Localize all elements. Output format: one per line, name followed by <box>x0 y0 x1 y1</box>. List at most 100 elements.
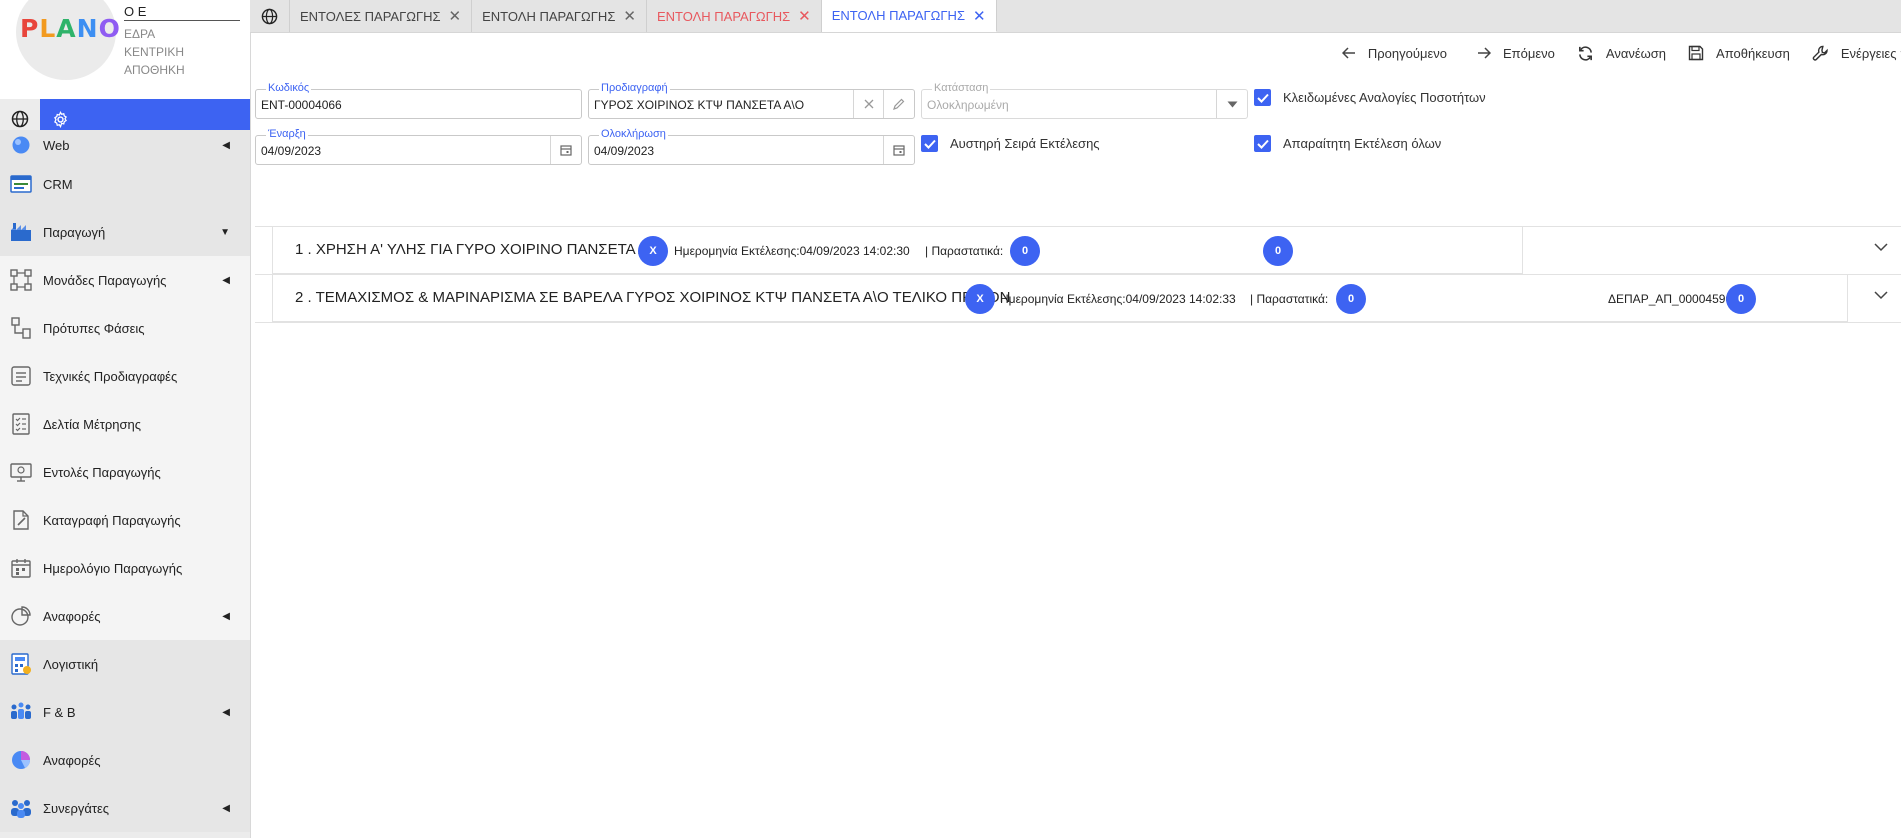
start-date-field[interactable]: Έναρξη 04/09/2023 <box>255 127 582 165</box>
globe-icon <box>261 8 278 24</box>
document-ref-badge[interactable]: 0 <box>1263 236 1293 266</box>
expand-left-arrow-icon: ◀ <box>222 274 230 286</box>
tab-production-order-active[interactable]: ΕΝΤΟΛΗ ΠΑΡΑΓΩΓΗΣ ✕ <box>821 0 997 32</box>
sidebar-item-label: Εντολές Παραγωγής <box>43 464 161 480</box>
sidebar-item-production[interactable]: Παραγωγή ▼ <box>0 208 250 256</box>
chevron-down-icon[interactable] <box>1871 285 1891 305</box>
spec-field[interactable]: Προδιαγραφή ΓΥΡΟΣ ΧΟΙΡΙΝΟΣ ΚΤΨ ΠΑΝΣΕΤΑ Α… <box>588 81 915 119</box>
reports-icon <box>10 749 32 771</box>
wrench-icon <box>1812 45 1829 62</box>
close-icon[interactable]: ✕ <box>798 7 811 25</box>
tab-label: ΕΝΤΟΛΗ ΠΑΡΑΓΩΓΗΣ <box>482 8 616 24</box>
sidebar: PLANO Ο Ε ΕΔΡΑ ΚΕΝΤΡΙΚΗ ΑΠΟΘΗΚΗ Web ◀ CR… <box>0 0 251 838</box>
sidebar-item-template-phases[interactable]: Πρότυπες Φάσεις <box>0 304 250 352</box>
refresh-label: Ανανέωση <box>1605 45 1667 61</box>
checkbox-checked-icon <box>921 135 938 152</box>
sidebar-item-label: Αναφορές <box>43 608 101 624</box>
close-icon[interactable]: ✕ <box>449 7 462 25</box>
specs-icon <box>10 365 32 387</box>
sidebar-item-label: Δελτία Μέτρησης <box>43 416 142 432</box>
tab-bar: ΕΝΤΟΛΕΣ ΠΑΡΑΓΩΓΗΣ ✕ ΕΝΤΟΛΗ ΠΑΡΑΓΩΓΗΣ ✕ Ε… <box>250 0 1901 33</box>
sidebar-item-label: Μονάδες Παραγωγής <box>43 272 167 288</box>
documents-count-badge[interactable]: 0 <box>1336 284 1366 314</box>
plano-logo[interactable]: PLANO <box>20 14 121 43</box>
close-icon[interactable]: ✕ <box>973 7 986 25</box>
accounting-icon <box>10 653 32 675</box>
sidebar-item-measurement-sheets[interactable]: Δελτία Μέτρησης <box>0 400 250 448</box>
delete-x-badge[interactable]: X <box>965 284 995 314</box>
tab-production-orders[interactable]: ΕΝΤΟΛΕΣ ΠΑΡΑΓΩΓΗΣ ✕ <box>290 0 473 32</box>
code-field[interactable]: Κωδικός ENT-00004066 <box>255 81 582 119</box>
tab-label: ΕΝΤΟΛΕΣ ΠΑΡΑΓΩΓΗΣ <box>300 8 441 24</box>
chevron-down-icon[interactable] <box>1871 237 1891 257</box>
document-ref[interactable]: ΔΕΠΑΡ_ΑΠ_00004596 <box>1608 292 1732 306</box>
expand-down-arrow-icon: ▼ <box>220 226 230 238</box>
previous-button[interactable]: Προηγούμενο <box>1341 45 1447 61</box>
spec-field-label: Προδιαγραφή <box>599 81 670 95</box>
tab-label: ΕΝΤΟΛΗ ΠΑΡΑΓΩΓΗΣ <box>656 8 791 24</box>
measurement-icon <box>10 413 32 435</box>
phase-row[interactable]: 2 . ΤΕΜΑΧΙΣΜΟΣ & ΜΑΡΙΝΑΡΙΣΜΑ ΣΕ ΒΑΡΕΛΑ Γ… <box>255 274 1901 322</box>
sidebar-header: PLANO Ο Ε ΕΔΡΑ ΚΕΝΤΡΙΚΗ ΑΠΟΘΗΚΗ <box>0 0 250 99</box>
require-all-checkbox[interactable]: Απαραίτητη Εκτέλεση όλων <box>1254 135 1441 152</box>
orders-icon <box>10 461 32 483</box>
close-icon[interactable]: ✕ <box>623 7 636 25</box>
sidebar-item-production-orders[interactable]: Εντολές Παραγωγής <box>0 448 250 496</box>
actions-menu-button[interactable]: Ενέργειες ▾ <box>1812 45 1901 62</box>
checkbox-checked-icon <box>1254 135 1271 152</box>
production-icon <box>10 221 32 243</box>
locked-ratios-checkbox[interactable]: Κλειδωμένες Αναλογίες Ποσοτήτων <box>1254 89 1486 106</box>
refresh-button[interactable]: Ανανέωση <box>1577 45 1666 62</box>
reports-pie-icon <box>10 605 32 627</box>
sidebar-item-web[interactable]: Web ◀ <box>0 130 250 160</box>
sidebar-item-label: Πρότυπες Φάσεις <box>43 320 145 336</box>
previous-label: Προηγούμενο <box>1367 45 1447 61</box>
end-date-field[interactable]: Ολοκλήρωση 04/09/2023 <box>588 127 915 165</box>
phases-icon <box>10 317 32 339</box>
status-select[interactable]: Κατάσταση Ολοκληρωμένη <box>921 81 1248 119</box>
documents-label: | Παραστατικά: <box>925 244 1004 258</box>
status-select-value: Ολοκληρωμένη <box>927 98 1009 112</box>
tab-language[interactable] <box>250 0 290 32</box>
expand-left-arrow-icon: ◀ <box>222 802 230 814</box>
delete-x-badge[interactable]: X <box>638 236 668 266</box>
record-icon <box>10 509 32 531</box>
sidebar-item-partners[interactable]: Συνεργάτες ◀ <box>0 784 250 832</box>
save-button[interactable]: Αποθήκευση <box>1688 45 1790 61</box>
start-date-value: 04/09/2023 <box>261 144 322 158</box>
refresh-icon <box>1577 45 1594 62</box>
phase-row[interactable]: 1 . ΧΡΗΣΗ Α' ΥΛΗΣ ΓΙΑ ΓΥΡΟ ΧΟΙΡΙΝΟ ΠΑΝΣΕ… <box>255 226 1901 274</box>
sidebar-item-production-calendar[interactable]: Ημερολόγιο Παραγωγής <box>0 544 250 592</box>
crm-icon <box>10 173 32 195</box>
sidebar-item-production-record[interactable]: Καταγραφή Παραγωγής <box>0 496 250 544</box>
next-button[interactable]: Επόμενο <box>1477 46 1555 61</box>
document-ref-badge[interactable]: 0 <box>1726 284 1756 314</box>
chevron-down-icon[interactable] <box>1216 90 1247 118</box>
branch-line: ΕΔΡΑ <box>124 27 156 41</box>
documents-count-badge[interactable]: 0 <box>1010 236 1040 266</box>
sidebar-item-production-units[interactable]: Μονάδες Παραγωγής ◀ <box>0 256 250 304</box>
edit-pencil-icon[interactable] <box>883 90 914 118</box>
execution-date-text: Ημερομηνία Εκτέλεσης:04/09/2023 14:02:33 <box>1000 292 1236 306</box>
tab-production-order-error[interactable]: ΕΝΤΟΛΗ ΠΑΡΑΓΩΓΗΣ ✕ <box>647 0 822 32</box>
sidebar-item-fnb[interactable]: F & B ◀ <box>0 688 250 736</box>
phase-row-content: 2 . ΤΕΜΑΧΙΣΜΟΣ & ΜΑΡΙΝΑΡΙΣΜΑ ΣΕ ΒΑΡΕΛΑ Γ… <box>272 275 1848 322</box>
phase-title: 2 . ΤΕΜΑΧΙΣΜΟΣ & ΜΑΡΙΝΑΡΙΣΜΑ ΣΕ ΒΑΡΕΛΑ Γ… <box>295 289 1011 306</box>
clear-icon[interactable] <box>853 90 884 118</box>
calendar-icon[interactable] <box>550 136 581 164</box>
execution-date-text: Ημερομηνία Εκτέλεσης:04/09/2023 14:02:30 <box>674 244 910 258</box>
tab-label: ΕΝΤΟΛΗ ΠΑΡΑΓΩΓΗΣ <box>831 8 965 23</box>
sidebar-item-production-reports[interactable]: Αναφορές ◀ <box>0 592 250 640</box>
sidebar-item-label: Ημερολόγιο Παραγωγής <box>43 560 183 576</box>
sidebar-item-reports[interactable]: Αναφορές <box>0 736 250 784</box>
sidebar-item-tech-specs[interactable]: Τεχνικές Προδιαγραφές <box>0 352 250 400</box>
sidebar-item-crm[interactable]: CRM <box>0 160 250 208</box>
sidebar-item-accounting[interactable]: Λογιστική <box>0 640 250 688</box>
require-all-label: Απαραίτητη Εκτέλεση όλων <box>1283 136 1442 151</box>
tab-production-order[interactable]: ΕΝΤΟΛΗ ΠΑΡΑΓΩΓΗΣ ✕ <box>472 0 647 32</box>
calendar-icon[interactable] <box>883 136 914 164</box>
strict-order-checkbox[interactable]: Αυστηρή Σειρά Εκτέλεσης <box>921 135 1100 152</box>
code-field-value: ENT-00004066 <box>261 98 342 112</box>
floppy-save-icon <box>1688 45 1704 61</box>
globe-icon <box>11 110 29 128</box>
